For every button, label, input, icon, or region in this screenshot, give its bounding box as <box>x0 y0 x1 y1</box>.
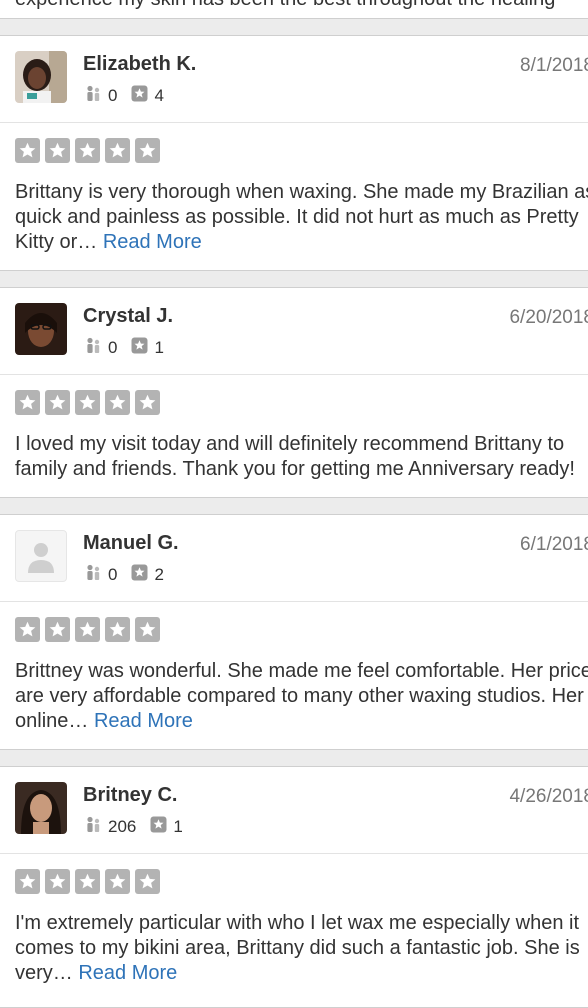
friends-count: 0 <box>108 565 118 584</box>
avatar[interactable] <box>15 51 67 103</box>
star-icon <box>105 617 130 642</box>
review-count: 1 <box>173 817 183 836</box>
reviewer-stats: 0 2 <box>84 564 178 586</box>
star-icon <box>105 390 130 415</box>
friends-icon <box>84 337 102 359</box>
previous-review-text: experience my skin has been the best thr… <box>15 0 555 11</box>
friends-count: 206 <box>108 817 137 836</box>
reviewer-stats: 0 1 <box>84 337 178 359</box>
star-icon <box>75 869 100 894</box>
review-count: 2 <box>154 565 164 584</box>
star-rating <box>15 869 160 894</box>
review-card: Manuel G. 6/1/2018 0 2 Brittney was wond… <box>0 514 588 750</box>
review-header: Crystal J. 6/20/2018 0 1 <box>0 288 588 375</box>
star-icon <box>75 390 100 415</box>
friends-count: 0 <box>108 338 118 357</box>
star-rating <box>15 617 160 642</box>
star-icon <box>45 390 70 415</box>
avatar[interactable] <box>15 782 67 834</box>
star-icon <box>15 390 40 415</box>
reviewer-stats: 0 4 <box>84 85 178 107</box>
review-count-icon <box>131 564 148 586</box>
star-icon <box>45 617 70 642</box>
review-count-icon <box>131 337 148 359</box>
star-icon <box>105 138 130 163</box>
star-icon <box>105 869 130 894</box>
reviewer-name[interactable]: Crystal J. <box>83 305 173 328</box>
reviewer-name[interactable]: Manuel G. <box>83 532 179 555</box>
friends-icon <box>84 816 102 838</box>
star-icon <box>15 138 40 163</box>
star-icon <box>135 390 160 415</box>
review-text: I loved my visit today and will definite… <box>15 433 575 480</box>
review-date: 4/26/2018 <box>509 786 588 807</box>
star-icon <box>45 138 70 163</box>
read-more-link[interactable]: Read More <box>103 231 202 253</box>
review-text: Brittany is very thorough when waxing. S… <box>15 181 588 253</box>
read-more-link[interactable]: Read More <box>78 962 177 984</box>
star-icon <box>15 617 40 642</box>
star-icon <box>45 869 70 894</box>
star-icon <box>15 869 40 894</box>
reviewer-stats: 206 1 <box>84 816 197 838</box>
star-icon <box>135 617 160 642</box>
reviewer-name[interactable]: Britney C. <box>83 784 177 807</box>
review-header: Manuel G. 6/1/2018 0 2 <box>0 515 588 602</box>
star-rating <box>15 390 160 415</box>
review-text-block: I loved my visit today and will definite… <box>15 432 588 482</box>
review-date: 8/1/2018 <box>520 55 588 76</box>
star-icon <box>135 869 160 894</box>
friends-icon <box>84 564 102 586</box>
star-icon <box>75 617 100 642</box>
review-count: 4 <box>154 86 164 105</box>
friends-icon <box>84 85 102 107</box>
review-text-block: Brittney was wonderful. She made me feel… <box>15 659 588 734</box>
review-date: 6/20/2018 <box>509 307 588 328</box>
review-card: Crystal J. 6/20/2018 0 1 I loved my visi… <box>0 287 588 498</box>
review-date: 6/1/2018 <box>520 534 588 555</box>
review-count: 1 <box>154 338 164 357</box>
review-header: Britney C. 4/26/2018 206 1 <box>0 767 588 854</box>
friends-count: 0 <box>108 86 118 105</box>
review-card: Britney C. 4/26/2018 206 1 I'm extremely… <box>0 766 588 1008</box>
review-card: Elizabeth K. 8/1/2018 0 4 Brittany is ve… <box>0 35 588 271</box>
star-icon <box>75 138 100 163</box>
review-text-block: I'm extremely particular with who I let … <box>15 911 588 986</box>
star-icon <box>135 138 160 163</box>
review-count-icon <box>150 816 167 838</box>
avatar-placeholder[interactable] <box>15 530 67 582</box>
review-count-icon <box>131 85 148 107</box>
star-rating <box>15 138 160 163</box>
review-header: Elizabeth K. 8/1/2018 0 4 <box>0 36 588 123</box>
review-text-block: Brittany is very thorough when waxing. S… <box>15 180 588 255</box>
previous-review-fragment: experience my skin has been the best thr… <box>0 0 588 19</box>
read-more-link[interactable]: Read More <box>94 710 193 732</box>
reviewer-name[interactable]: Elizabeth K. <box>83 53 196 76</box>
avatar[interactable] <box>15 303 67 355</box>
